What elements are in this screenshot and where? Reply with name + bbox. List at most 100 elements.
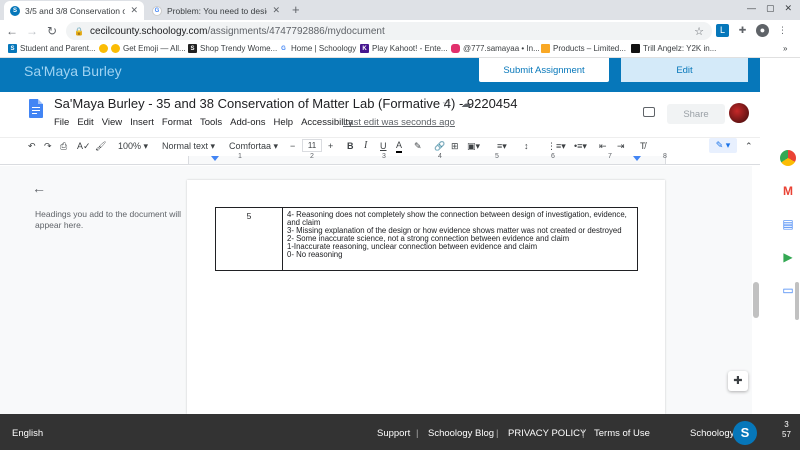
edit-button[interactable]: Edit xyxy=(621,58,748,82)
browser-menu-icon[interactable]: ⋮ xyxy=(776,24,789,37)
submit-assignment-button[interactable]: Submit Assignment xyxy=(479,58,609,82)
reload-icon[interactable]: ↻ xyxy=(44,24,60,38)
docs-app-icon[interactable]: ▤ xyxy=(780,216,796,232)
docs-menu-bar: File Edit View Insert Format Tools Add-o… xyxy=(54,117,361,128)
star-icon[interactable]: ☆ xyxy=(442,99,451,110)
bookmark-item[interactable]: @777.samayaa • In... xyxy=(451,44,540,53)
numbered-list-icon[interactable]: ⋮≡▾ xyxy=(547,139,566,153)
undo-icon[interactable]: ↶ xyxy=(28,139,36,153)
left-indent-marker[interactable] xyxy=(211,156,219,161)
footer-link-terms[interactable]: Terms of Use xyxy=(594,428,650,439)
bookmark-item[interactable]: Products – Limited... xyxy=(541,44,626,53)
redo-icon[interactable]: ↷ xyxy=(44,139,52,153)
insert-image-icon[interactable]: ▣▾ xyxy=(467,139,480,153)
gmail-icon[interactable]: M xyxy=(780,183,796,199)
zoom-select[interactable]: 100% ▾ xyxy=(118,139,148,153)
page-counter-current: 3 xyxy=(784,420,789,429)
side-panel: M ▤ ▶ ▭ xyxy=(760,58,800,414)
explore-add-icon[interactable]: ✚ xyxy=(728,371,748,391)
footer-link-support[interactable]: Support xyxy=(377,428,410,439)
bookmark-item[interactable]: S Student and Parent... xyxy=(8,44,96,53)
minimize-icon[interactable]: — xyxy=(747,3,756,14)
footer-link-privacy[interactable]: PRIVACY POLICY xyxy=(508,428,586,439)
new-tab-icon[interactable]: + xyxy=(292,2,300,17)
menu-insert[interactable]: Insert xyxy=(130,117,154,128)
extension-icon[interactable]: L xyxy=(716,24,729,37)
play-store-icon[interactable]: ▶ xyxy=(780,249,796,265)
bookmark-item[interactable]: Trill Angelz: Y2K in... xyxy=(631,44,716,53)
align-icon[interactable]: ≡▾ xyxy=(497,139,507,153)
decrease-indent-icon[interactable]: ⇤ xyxy=(599,139,607,153)
increase-indent-icon[interactable]: ⇥ xyxy=(617,139,625,153)
tab-title: 3/5 and 3/8 Conservation of Ma xyxy=(25,5,126,16)
back-icon[interactable]: ← xyxy=(4,24,20,38)
right-indent-marker[interactable] xyxy=(633,156,641,161)
underline-icon[interactable]: U xyxy=(380,139,387,153)
link-icon[interactable]: 🔗 xyxy=(434,139,445,153)
document-page[interactable]: 5 4- Reasoning does not completely show … xyxy=(187,180,665,414)
spellcheck-icon[interactable]: A✓ xyxy=(77,139,91,153)
bookmark-item[interactable]: Get Emoji — All... xyxy=(99,44,186,53)
browser-tab-active[interactable]: S 3/5 and 3/8 Conservation of Ma ✕ xyxy=(4,1,144,20)
schoology-brand: Schoology xyxy=(690,428,735,439)
outline-placeholder: Headings you add to the document will ap… xyxy=(35,209,182,230)
profile-icon[interactable]: ● xyxy=(756,24,769,37)
close-window-icon[interactable]: ✕ xyxy=(784,3,792,14)
editing-mode-pencil-icon[interactable]: ✎ ▾ xyxy=(709,138,737,153)
footer-separator: | xyxy=(582,428,585,439)
collapse-menus-icon[interactable]: ⌃ xyxy=(745,139,753,153)
menu-add-ons[interactable]: Add-ons xyxy=(230,117,265,128)
maximize-icon[interactable]: ▢ xyxy=(766,3,775,14)
last-edit-link[interactable]: Last edit was seconds ago xyxy=(343,117,455,128)
side-scroll-thumb[interactable] xyxy=(795,282,799,320)
highlight-icon[interactable]: ✎ xyxy=(414,139,422,153)
forward-icon[interactable]: → xyxy=(24,24,40,38)
browser-tab[interactable]: G Problem: You need to design an ✕ xyxy=(146,1,286,20)
decrease-font-size-button[interactable]: − xyxy=(290,139,295,153)
chrome-icon[interactable] xyxy=(780,150,796,166)
close-tab-icon[interactable]: ✕ xyxy=(272,5,280,16)
ruler-number: 4 xyxy=(438,153,442,160)
menu-tools[interactable]: Tools xyxy=(200,117,222,128)
bold-icon[interactable]: B xyxy=(347,139,354,153)
text-color-icon[interactable]: A xyxy=(396,139,403,153)
bookmark-item[interactable]: S Shop Trendy Wome... xyxy=(188,44,277,53)
avatar[interactable] xyxy=(729,103,749,123)
footer-link-blog[interactable]: Schoology Blog xyxy=(428,428,494,439)
document-scroll-thumb[interactable] xyxy=(753,282,759,318)
bookmark-item[interactable]: G Home | Schoology xyxy=(279,44,356,53)
line-spacing-icon[interactable]: ↕ xyxy=(524,139,529,153)
print-icon[interactable]: ⎙ xyxy=(60,139,67,153)
style-select[interactable]: Normal text ▾ xyxy=(162,139,215,153)
add-comment-icon[interactable]: ⊞ xyxy=(451,139,459,153)
language-selector[interactable]: English xyxy=(12,428,43,439)
menu-file[interactable]: File xyxy=(54,117,69,128)
share-button[interactable]: Share xyxy=(667,104,725,124)
outline-back-arrow-icon[interactable]: ← xyxy=(32,180,46,196)
menu-format[interactable]: Format xyxy=(162,117,192,128)
google-docs-logo-icon[interactable] xyxy=(29,99,43,118)
more-bookmarks-button[interactable]: » xyxy=(783,44,787,53)
bookmark-item[interactable]: K Play Kahoot! - Ente... xyxy=(360,44,448,53)
extensions-puzzle-icon[interactable]: ✚ xyxy=(736,24,749,37)
close-tab-icon[interactable]: ✕ xyxy=(130,5,138,16)
bulleted-list-icon[interactable]: •≡▾ xyxy=(574,139,587,153)
url-bar[interactable]: 🔒 cecilcounty.schoology.com/assignments/… xyxy=(66,22,712,40)
menu-help[interactable]: Help xyxy=(274,117,294,128)
font-size-input[interactable]: 11 xyxy=(302,139,322,152)
increase-font-size-button[interactable]: + xyxy=(328,139,333,153)
slides-icon[interactable]: ▭ xyxy=(780,282,796,298)
schoology-badge-icon[interactable]: S xyxy=(733,421,757,445)
document-scrollbar[interactable] xyxy=(752,166,760,414)
clear-formatting-icon[interactable]: T̸ xyxy=(640,139,646,153)
url-host: cecilcounty.schoology.com xyxy=(89,25,208,37)
comment-history-icon[interactable] xyxy=(643,107,655,117)
title-icons: ☆ ☁ xyxy=(442,99,471,110)
menu-view[interactable]: View xyxy=(102,117,122,128)
font-select[interactable]: Comfortaa ▾ xyxy=(229,139,278,153)
bookmark-star-icon[interactable]: ☆ xyxy=(694,25,704,38)
paint-format-icon[interactable]: 🖌 xyxy=(95,139,106,153)
italic-icon[interactable]: I xyxy=(364,139,367,153)
menu-edit[interactable]: Edit xyxy=(77,117,93,128)
cloud-status-icon[interactable]: ☁ xyxy=(461,99,471,110)
